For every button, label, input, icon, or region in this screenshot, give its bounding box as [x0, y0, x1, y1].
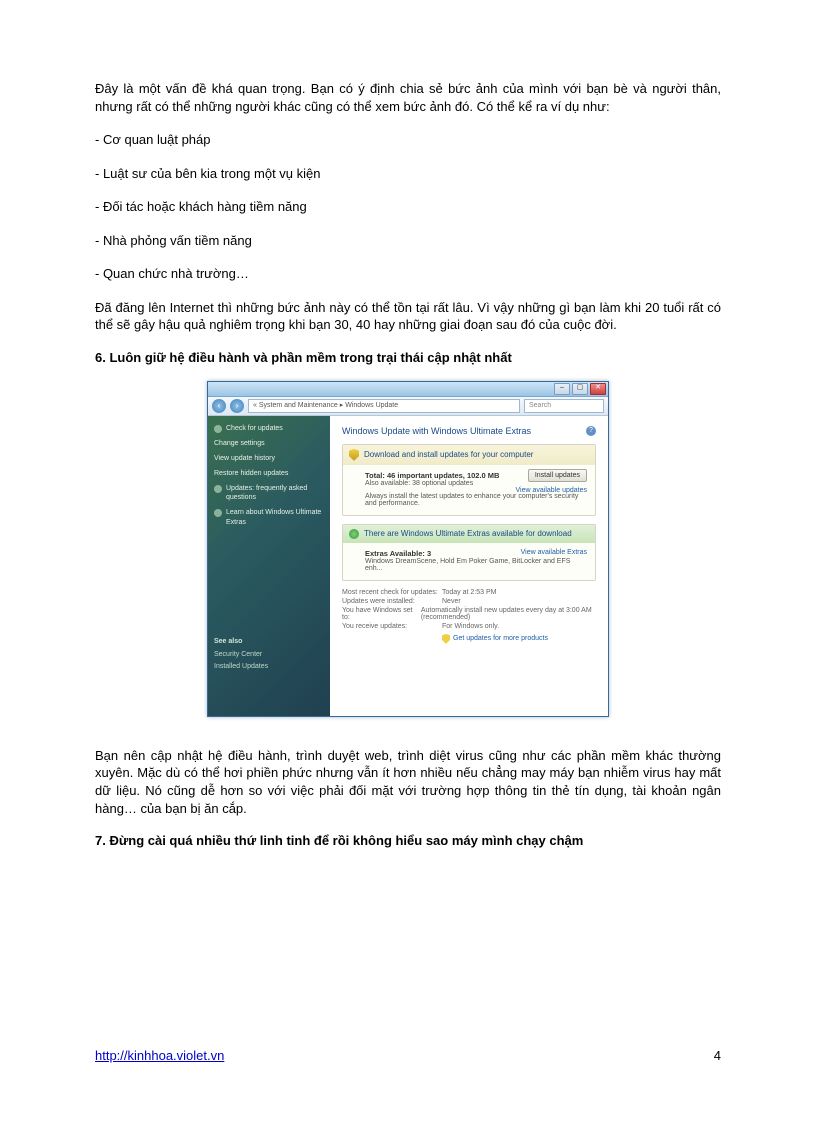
intro-paragraph: Đây là một vấn đề khá quan trọng. Bạn có…: [95, 80, 721, 115]
updates-note: Always install the latest updates to enh…: [365, 493, 587, 507]
updates-box: Download and install updates for your co…: [342, 444, 596, 516]
window-titlebar: – ▢ ✕: [208, 382, 608, 397]
footer-link[interactable]: http://kinhhoa.violet.vn: [95, 1048, 224, 1063]
bullet-item: - Quan chức nhà trường…: [95, 265, 721, 283]
extras-icon: [214, 509, 222, 517]
sidebar-item-label: Change settings: [214, 439, 265, 448]
page-number: 4: [714, 1048, 721, 1063]
update-advice-paragraph: Bạn nên cập nhật hệ điều hành, trình duy…: [95, 747, 721, 817]
windows-update-screenshot: – ▢ ✕ ‹ › « System and Maintenance ▸ Win…: [95, 381, 721, 717]
sidebar-restore-hidden[interactable]: Restore hidden updates: [214, 469, 324, 478]
sidebar-change-settings[interactable]: Change settings: [214, 439, 324, 448]
shield-icon: [442, 634, 450, 644]
status-label: You have Windows set to:: [342, 607, 421, 621]
get-more-updates-link[interactable]: Get updates for more products: [442, 634, 596, 644]
install-updates-button[interactable]: Install updates: [528, 469, 587, 482]
close-button[interactable]: ✕: [590, 383, 606, 395]
get-updates-label: Get updates for more products: [453, 635, 548, 642]
section-heading-7: 7. Đừng cài quá nhiều thứ linh tinh để r…: [95, 833, 721, 848]
sidebar-item-label: Check for updates: [226, 424, 283, 433]
sidebar-item-label: View update history: [214, 454, 275, 463]
seealso-security-center[interactable]: Security Center: [214, 650, 324, 659]
maximize-button[interactable]: ▢: [572, 383, 588, 395]
bullet-item: - Cơ quan luật pháp: [95, 131, 721, 149]
warning-paragraph: Đã đăng lên Internet thì những bức ảnh n…: [95, 299, 721, 334]
sidebar: Check for updates Change settings View u…: [208, 416, 330, 716]
view-extras-link[interactable]: View available Extras: [521, 549, 587, 556]
sidebar-item-label: Updates: frequently asked questions: [226, 484, 324, 502]
main-title: Windows Update with Windows Ultimate Ext…: [342, 426, 531, 436]
seealso-heading: See also: [214, 637, 324, 646]
minimize-button[interactable]: –: [554, 383, 570, 395]
sidebar-faq[interactable]: Updates: frequently asked questions: [214, 484, 324, 502]
search-input[interactable]: Search: [524, 399, 604, 413]
extras-icon: [349, 529, 359, 539]
bullet-item: - Luật sư của bên kia trong một vụ kiện: [95, 165, 721, 183]
bullet-item: - Nhà phỏng vấn tiềm năng: [95, 232, 721, 250]
extras-list: Windows DreamScene, Hold Em Poker Game, …: [365, 558, 587, 572]
back-button[interactable]: ‹: [212, 399, 226, 413]
sidebar-check-updates[interactable]: Check for updates: [214, 424, 324, 433]
arrow-icon: [214, 425, 222, 433]
forward-button[interactable]: ›: [230, 399, 244, 413]
bullet-item: - Đối tác hoặc khách hàng tiềm năng: [95, 198, 721, 216]
view-updates-link[interactable]: View available updates: [516, 487, 587, 494]
status-value: Automatically install new updates every …: [421, 607, 596, 621]
navigation-bar: ‹ › « System and Maintenance ▸ Windows U…: [208, 397, 608, 416]
seealso-installed-updates[interactable]: Installed Updates: [214, 662, 324, 671]
sidebar-item-label: Restore hidden updates: [214, 469, 288, 478]
extras-box: There are Windows Ultimate Extras availa…: [342, 524, 596, 581]
breadcrumb[interactable]: « System and Maintenance ▸ Windows Updat…: [248, 399, 520, 413]
sidebar-extras[interactable]: Learn about Windows Ultimate Extras: [214, 508, 324, 526]
help-icon: [214, 485, 222, 493]
status-value: Today at 2:53 PM: [442, 589, 496, 596]
status-label: Updates were installed:: [342, 598, 442, 605]
extras-box-title: There are Windows Ultimate Extras availa…: [364, 529, 572, 538]
section-heading-6: 6. Luôn giữ hệ điều hành và phần mềm tro…: [95, 350, 721, 365]
main-content: Windows Update with Windows Ultimate Ext…: [330, 416, 608, 716]
sidebar-view-history[interactable]: View update history: [214, 454, 324, 463]
status-label: Most recent check for updates:: [342, 589, 442, 596]
updates-box-title: Download and install updates for your co…: [364, 450, 533, 459]
shield-icon: [349, 449, 359, 461]
help-icon[interactable]: ?: [586, 426, 596, 436]
sidebar-item-label: Learn about Windows Ultimate Extras: [226, 508, 324, 526]
status-value: Never: [442, 598, 461, 605]
status-label: You receive updates:: [342, 623, 442, 630]
status-block: Most recent check for updates:Today at 2…: [342, 589, 596, 644]
status-value: For Windows only.: [442, 623, 499, 630]
